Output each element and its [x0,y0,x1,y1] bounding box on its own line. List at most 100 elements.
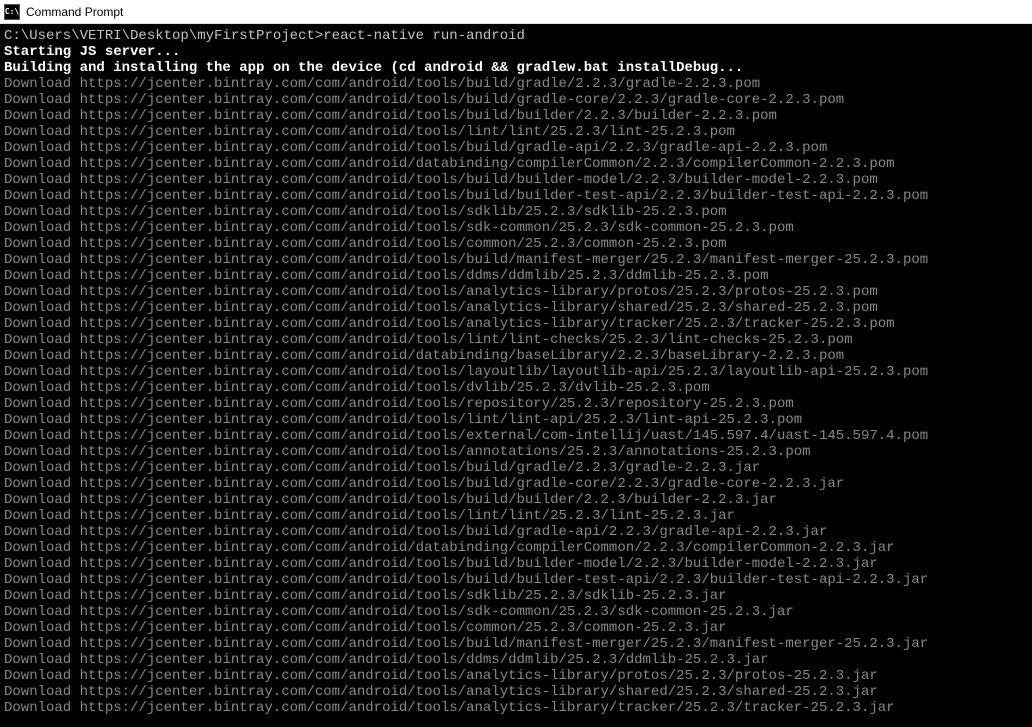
terminal-output[interactable]: C:\Users\VETRI\Desktop\myFirstProject>re… [0,24,1032,727]
download-prefix: Download [4,396,80,412]
download-line: Download https://jcenter.bintray.com/com… [4,284,1028,300]
download-line: Download https://jcenter.bintray.com/com… [4,556,1028,572]
download-url: https://jcenter.bintray.com/com/android/… [80,268,769,284]
download-url: https://jcenter.bintray.com/com/android/… [80,316,895,332]
status-line: Starting JS server... [4,44,1028,60]
download-prefix: Download [4,508,80,524]
download-prefix: Download [4,204,80,220]
download-prefix: Download [4,332,80,348]
download-prefix: Download [4,236,80,252]
download-line: Download https://jcenter.bintray.com/com… [4,204,1028,220]
download-prefix: Download [4,316,80,332]
prompt-path: C:\Users\VETRI\Desktop\myFirstProject> [4,28,323,44]
download-url: https://jcenter.bintray.com/com/android/… [80,348,845,364]
download-prefix: Download [4,636,80,652]
download-url: https://jcenter.bintray.com/com/android/… [80,140,828,156]
download-url: https://jcenter.bintray.com/com/android/… [80,620,727,636]
download-prefix: Download [4,220,80,236]
download-url: https://jcenter.bintray.com/com/android/… [80,588,727,604]
download-prefix: Download [4,444,80,460]
download-prefix: Download [4,572,80,588]
download-line: Download https://jcenter.bintray.com/com… [4,444,1028,460]
download-url: https://jcenter.bintray.com/com/android/… [80,396,794,412]
download-line: Download https://jcenter.bintray.com/com… [4,380,1028,396]
download-prefix: Download [4,556,80,572]
download-line: Download https://jcenter.bintray.com/com… [4,460,1028,476]
download-prefix: Download [4,540,80,556]
download-prefix: Download [4,380,80,396]
download-url: https://jcenter.bintray.com/com/android/… [80,124,735,140]
download-prefix: Download [4,268,80,284]
download-line: Download https://jcenter.bintray.com/com… [4,604,1028,620]
download-url: https://jcenter.bintray.com/com/android/… [80,92,845,108]
download-url: https://jcenter.bintray.com/com/android/… [80,108,777,124]
download-line: Download https://jcenter.bintray.com/com… [4,332,1028,348]
download-url: https://jcenter.bintray.com/com/android/… [80,236,727,252]
download-prefix: Download [4,668,80,684]
download-url: https://jcenter.bintray.com/com/android/… [80,556,878,572]
download-line: Download https://jcenter.bintray.com/com… [4,508,1028,524]
download-url: https://jcenter.bintray.com/com/android/… [80,444,811,460]
download-prefix: Download [4,492,80,508]
download-line: Download https://jcenter.bintray.com/com… [4,620,1028,636]
download-prefix: Download [4,300,80,316]
download-url: https://jcenter.bintray.com/com/android/… [80,428,929,444]
download-line: Download https://jcenter.bintray.com/com… [4,236,1028,252]
download-prefix: Download [4,460,80,476]
download-url: https://jcenter.bintray.com/com/android/… [80,220,794,236]
download-url: https://jcenter.bintray.com/com/android/… [80,700,895,716]
title-bar[interactable]: C:\ Command Prompt [0,0,1032,24]
download-prefix: Download [4,428,80,444]
download-line: Download https://jcenter.bintray.com/com… [4,140,1028,156]
window-title: Command Prompt [26,5,123,19]
download-prefix: Download [4,700,80,716]
download-line: Download https://jcenter.bintray.com/com… [4,652,1028,668]
download-url: https://jcenter.bintray.com/com/android/… [80,652,769,668]
download-url: https://jcenter.bintray.com/com/android/… [80,284,878,300]
cmd-icon-text: C:\ [5,7,19,16]
download-line: Download https://jcenter.bintray.com/com… [4,588,1028,604]
download-prefix: Download [4,252,80,268]
download-prefix: Download [4,604,80,620]
download-url: https://jcenter.bintray.com/com/android/… [80,604,794,620]
download-line: Download https://jcenter.bintray.com/com… [4,364,1028,380]
download-line: Download https://jcenter.bintray.com/com… [4,220,1028,236]
download-line: Download https://jcenter.bintray.com/com… [4,108,1028,124]
download-url: https://jcenter.bintray.com/com/android/… [80,540,895,556]
download-prefix: Download [4,188,80,204]
download-line: Download https://jcenter.bintray.com/com… [4,156,1028,172]
download-prefix: Download [4,156,80,172]
download-line: Download https://jcenter.bintray.com/com… [4,412,1028,428]
download-line: Download https://jcenter.bintray.com/com… [4,540,1028,556]
download-prefix: Download [4,652,80,668]
download-line: Download https://jcenter.bintray.com/com… [4,668,1028,684]
status-line: Building and installing the app on the d… [4,60,1028,76]
download-prefix: Download [4,108,80,124]
download-line: Download https://jcenter.bintray.com/com… [4,396,1028,412]
download-prefix: Download [4,476,80,492]
download-url: https://jcenter.bintray.com/com/android/… [80,172,878,188]
download-line: Download https://jcenter.bintray.com/com… [4,348,1028,364]
download-line: Download https://jcenter.bintray.com/com… [4,124,1028,140]
download-url: https://jcenter.bintray.com/com/android/… [80,332,853,348]
download-line: Download https://jcenter.bintray.com/com… [4,684,1028,700]
download-prefix: Download [4,364,80,380]
download-url: https://jcenter.bintray.com/com/android/… [80,300,878,316]
download-prefix: Download [4,76,80,92]
download-url: https://jcenter.bintray.com/com/android/… [80,508,735,524]
download-line: Download https://jcenter.bintray.com/com… [4,524,1028,540]
download-line: Download https://jcenter.bintray.com/com… [4,172,1028,188]
download-line: Download https://jcenter.bintray.com/com… [4,92,1028,108]
download-url: https://jcenter.bintray.com/com/android/… [80,572,929,588]
download-line: Download https://jcenter.bintray.com/com… [4,316,1028,332]
download-prefix: Download [4,92,80,108]
download-line: Download https://jcenter.bintray.com/com… [4,700,1028,716]
prompt-line: C:\Users\VETRI\Desktop\myFirstProject>re… [4,28,1028,44]
download-prefix: Download [4,412,80,428]
download-url: https://jcenter.bintray.com/com/android/… [80,204,727,220]
cmd-icon: C:\ [4,4,20,20]
download-url: https://jcenter.bintray.com/com/android/… [80,76,761,92]
download-line: Download https://jcenter.bintray.com/com… [4,252,1028,268]
download-line: Download https://jcenter.bintray.com/com… [4,428,1028,444]
download-url: https://jcenter.bintray.com/com/android/… [80,524,828,540]
